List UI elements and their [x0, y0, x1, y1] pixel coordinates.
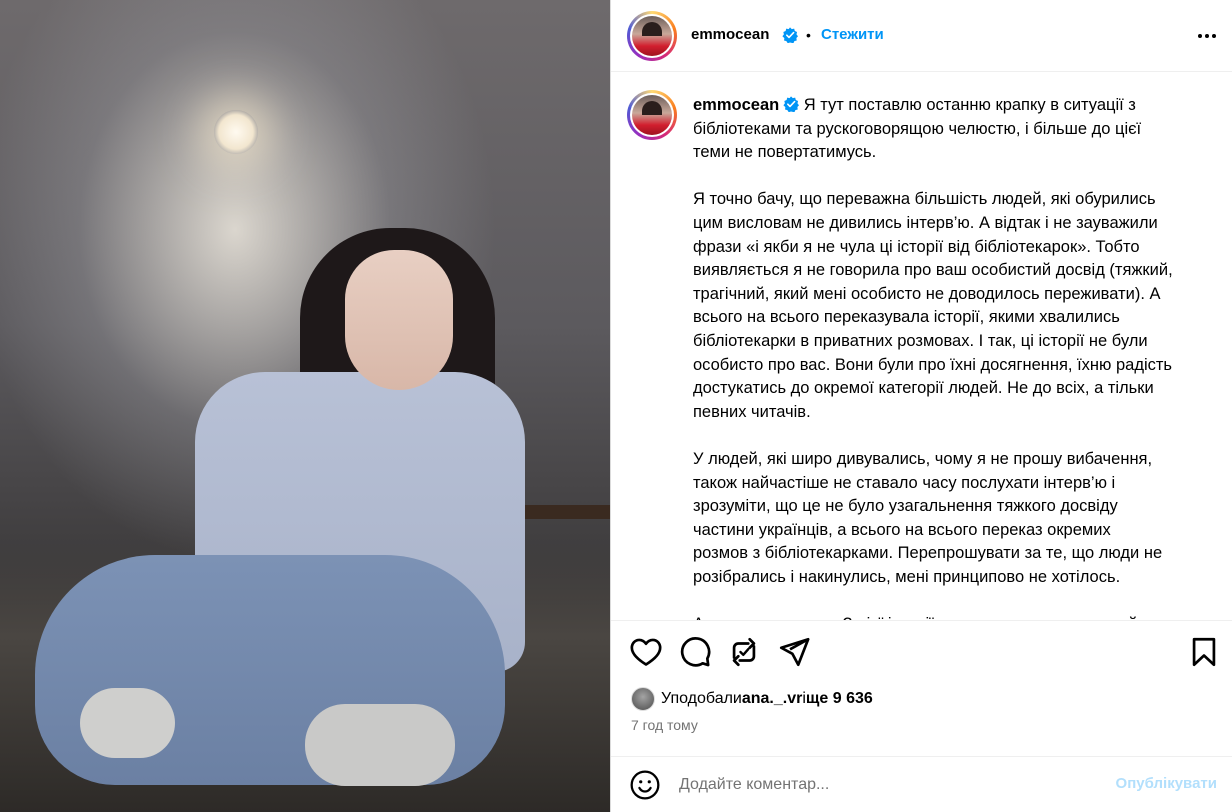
sneaker-left [80, 688, 175, 758]
more-options-icon[interactable] [1195, 26, 1219, 46]
post-header: emmocean • Стежити [611, 0, 1232, 72]
lamp-light [214, 110, 258, 154]
follow-button[interactable]: Стежити [821, 26, 884, 43]
verified-badge-icon [783, 96, 800, 112]
post-caption: emmocean Я тут поставлю останню крапку в… [693, 94, 1203, 620]
caption-username[interactable]: emmocean [693, 96, 779, 114]
avatar[interactable] [627, 11, 677, 61]
bookmark-icon[interactable] [1187, 635, 1221, 669]
caption-body: Я тут поставлю останню крапку в ситуації… [693, 96, 1173, 620]
heart-icon[interactable] [629, 635, 663, 669]
comment-input[interactable] [679, 771, 1079, 799]
verified-badge-icon [782, 27, 798, 43]
likes-count[interactable]: ще 9 636 [806, 690, 873, 708]
action-bar [611, 620, 1232, 684]
likes-prefix: Уподобали [661, 690, 742, 707]
likes-line: Уподобали ana._.vr і ще 9 636 [631, 686, 873, 712]
repost-icon[interactable] [727, 635, 761, 669]
liker-avatar[interactable] [631, 687, 655, 711]
sneaker-right [305, 704, 455, 786]
header-username[interactable]: emmocean [691, 26, 769, 43]
caption-avatar[interactable] [627, 90, 677, 140]
comment-icon[interactable] [678, 635, 712, 669]
separator-dot: • [806, 27, 811, 43]
caption-area[interactable]: emmocean Я тут поставлю останню крапку в… [611, 72, 1232, 620]
emoji-icon[interactable] [629, 769, 661, 801]
share-icon[interactable] [777, 635, 811, 669]
face [345, 250, 453, 390]
post-photo[interactable] [0, 0, 610, 812]
post-timestamp[interactable]: 7 год тому [631, 717, 698, 733]
liker-username[interactable]: ana._.vr [742, 690, 802, 708]
publish-button[interactable]: Опублікувати [1116, 775, 1217, 792]
comment-row: Опублікувати [611, 756, 1232, 812]
post-panel: emmocean • Стежити emmocean Я тут постав… [610, 0, 1232, 812]
